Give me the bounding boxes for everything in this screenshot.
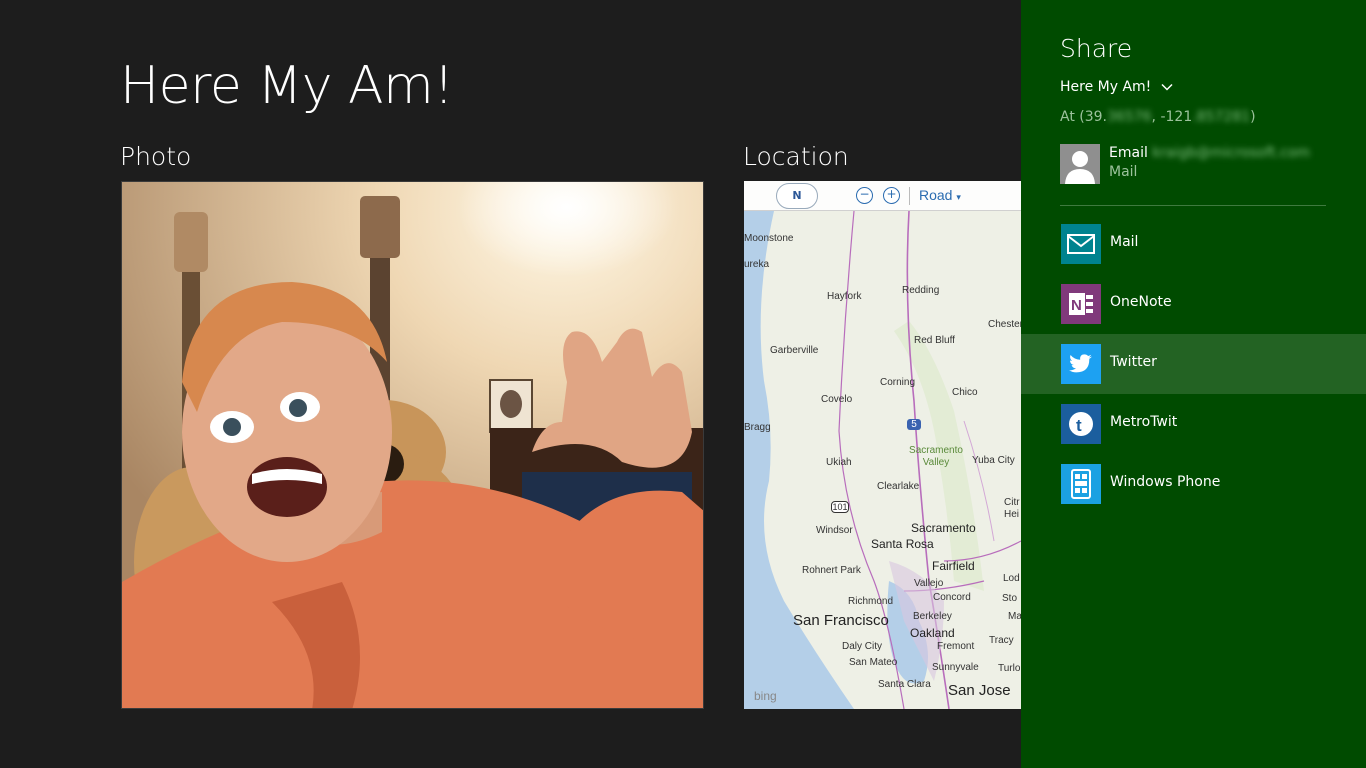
map-label-sacramento: Sacramento [911, 521, 976, 535]
map-label-san-jose: San Jose [948, 682, 1011, 699]
map-label-fremont: Fremont [937, 641, 975, 652]
coords-suffix: ) [1250, 109, 1256, 125]
photo-image [122, 182, 703, 708]
map-label-sacramento-valley: Sacramento Valley [909, 445, 963, 468]
quicklink-email[interactable]: Email kraigb@microsoft.com Mail [1060, 144, 1340, 186]
map-label-garberville: Garberville [770, 345, 819, 356]
map-label-eureka: ureka [744, 259, 770, 270]
photo-section-label: Photo [120, 142, 192, 171]
quicklink-app: Mail [1109, 164, 1138, 180]
quicklink-title: Email [1109, 145, 1148, 161]
captured-photo[interactable] [121, 181, 704, 709]
share-pane: Share Here My Am! At (39.36576, -121.857… [1021, 0, 1366, 768]
map-label-lodi: Lod [1003, 573, 1020, 584]
map-label-sunnyvale: Sunnyvale [932, 662, 979, 673]
share-target-twitter[interactable]: Twitter [1021, 334, 1366, 394]
share-target-label: OneNote [1110, 294, 1172, 310]
map-label-windsor: Windsor [816, 525, 853, 536]
map-label-santa-clara: Santa Clara [878, 679, 931, 690]
map-canvas [744, 181, 1021, 709]
windows-phone-icon [1061, 464, 1101, 504]
share-target-mail[interactable]: Mail [1021, 214, 1366, 274]
share-description: At (39.36576, -121.857281) [1060, 109, 1256, 125]
map-label-concord: Concord [933, 592, 971, 603]
person-avatar-icon [1060, 144, 1100, 184]
map-label-rohnert-park: Rohnert Park [802, 565, 861, 576]
map-style-select[interactable]: Road ▾ [919, 187, 961, 203]
map-label-citrus-heights: Citr [1004, 497, 1020, 508]
share-title: Share [1060, 34, 1133, 63]
coords-lon-hidden: .857281 [1192, 109, 1251, 125]
compass-control[interactable]: N [776, 183, 818, 209]
svg-text:t: t [1076, 416, 1082, 435]
map-label-hayfork: Hayfork [827, 291, 862, 302]
map-label-daly-city: Daly City [842, 641, 883, 652]
map-label-chester: Chester [988, 319, 1021, 330]
share-source-selector[interactable]: Here My Am! [1060, 79, 1173, 95]
share-divider [1060, 205, 1326, 206]
map-label-turlock: Turlo [998, 663, 1021, 674]
onenote-icon: N [1061, 284, 1101, 324]
location-section-label: Location [743, 142, 849, 171]
map-label-san-francisco: San Francisco [793, 612, 889, 629]
interstate-5-shield: 5 [907, 419, 921, 430]
share-target-windows-phone[interactable]: Windows Phone [1021, 454, 1366, 514]
zoom-out-button[interactable]: − [856, 187, 873, 204]
map-label-vallejo: Vallejo [914, 578, 944, 589]
map-style-label: Road [919, 187, 953, 203]
metrotwit-icon: t [1061, 404, 1101, 444]
share-target-label: Twitter [1110, 354, 1157, 370]
zoom-in-button[interactable]: + [883, 187, 900, 204]
coords-lat-hidden: 36576 [1107, 109, 1152, 125]
map-label-oakland: Oakland [910, 626, 955, 640]
map-label-redding: Redding [902, 285, 940, 296]
map-toolbar: N − + Road ▾ [744, 181, 1021, 211]
map-label-stockton: Sto [1002, 593, 1018, 604]
map-label-yuba-city: Yuba City [972, 455, 1015, 466]
coords-mid: , -121 [1151, 109, 1193, 125]
quicklink-address: kraigb@microsoft.com [1152, 145, 1311, 161]
map-label-richmond: Richmond [848, 596, 894, 607]
app-title: Here My Am! [120, 56, 454, 116]
us-101-shield: 101 [831, 501, 849, 513]
coords-prefix: At (39. [1060, 109, 1107, 125]
location-map[interactable]: N − + Road ▾ Moonstone ureka Hayfork Red… [744, 181, 1021, 709]
map-label-santa-rosa: Santa Rosa [871, 537, 934, 551]
map-label-ukiah: Ukiah [826, 457, 852, 468]
map-label-fairfield: Fairfield [932, 559, 975, 573]
map-label-chico: Chico [952, 387, 978, 398]
map-label-clearlake: Clearlake [877, 481, 920, 492]
map-label-corning: Corning [880, 377, 916, 388]
share-target-metrotwit[interactable]: t MetroTwit [1021, 394, 1366, 454]
map-label-manteca: Ma [1008, 611, 1021, 622]
map-label-tracy: Tracy [989, 635, 1014, 646]
toolbar-divider [909, 187, 910, 205]
share-target-label: MetroTwit [1110, 414, 1178, 430]
svg-text:N: N [1071, 297, 1082, 314]
bing-logo: bing [754, 689, 777, 703]
share-source-title: Here My Am! [1060, 79, 1152, 95]
chevron-down-icon [1161, 83, 1173, 91]
twitter-icon [1061, 344, 1101, 384]
map-label-moonstone: Moonstone [744, 233, 794, 244]
map-label-heights: Hei [1004, 509, 1020, 520]
mail-icon [1061, 224, 1101, 264]
map-label-san-mateo: San Mateo [849, 657, 898, 668]
map-label-berkeley: Berkeley [913, 611, 952, 622]
map-label-red-bluff: Red Bluff [914, 335, 955, 346]
share-target-label: Windows Phone [1110, 474, 1221, 490]
map-label-bragg: Bragg [744, 422, 771, 433]
dropdown-arrow-icon: ▾ [956, 192, 961, 202]
share-target-label: Mail [1110, 234, 1139, 250]
map-label-covelo: Covelo [821, 394, 853, 405]
share-target-onenote[interactable]: N OneNote [1021, 274, 1366, 334]
